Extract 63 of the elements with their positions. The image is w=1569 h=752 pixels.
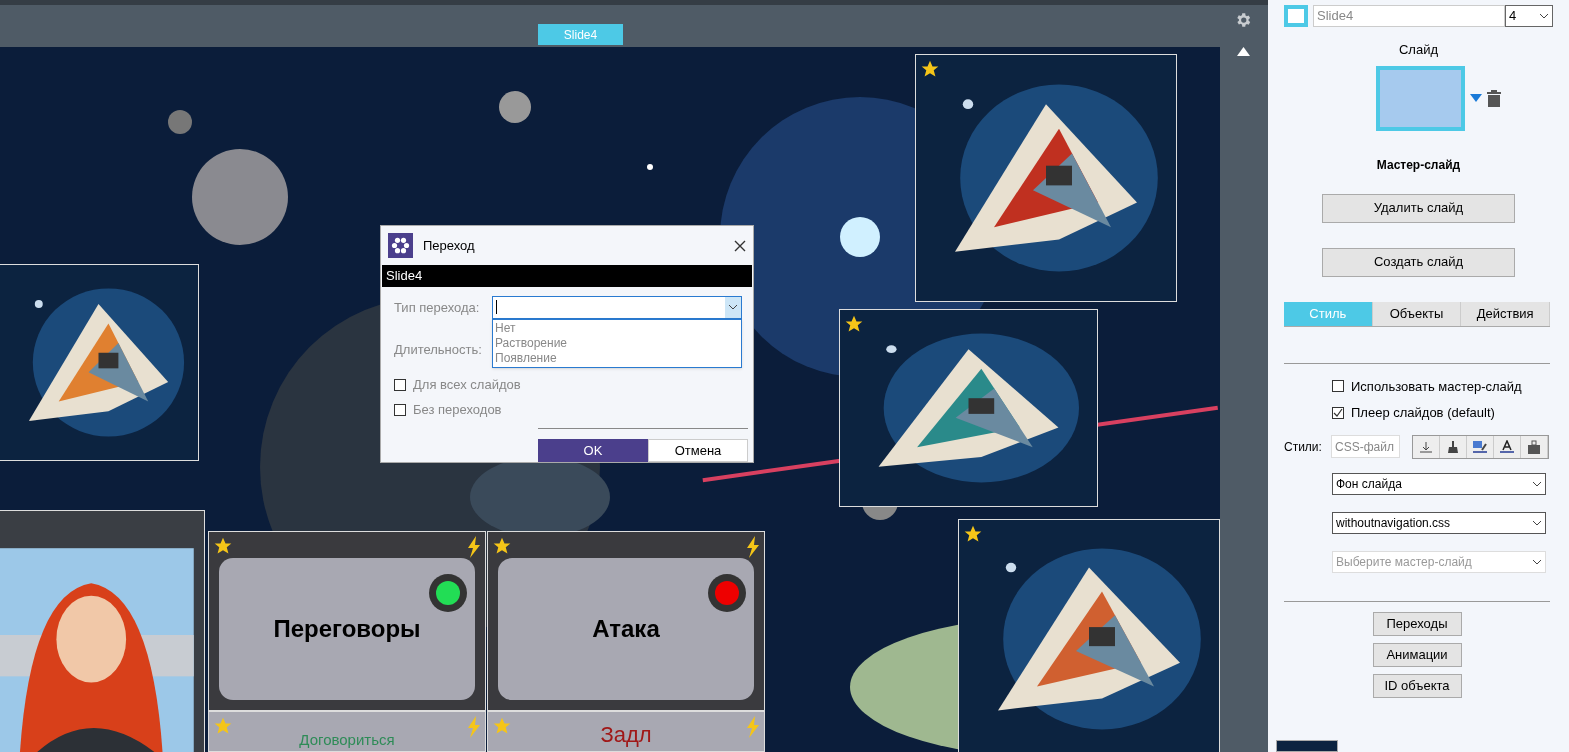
checkbox[interactable] xyxy=(394,404,406,417)
card-panel[interactable]: Атака xyxy=(487,531,765,711)
collapse-icon[interactable] xyxy=(1237,47,1250,56)
card-panel[interactable]: Переговоры xyxy=(208,531,486,711)
star-icon xyxy=(492,536,512,556)
dropdown-option[interactable]: Растворение xyxy=(493,335,741,351)
caret-icon[interactable] xyxy=(1470,94,1482,102)
star-icon xyxy=(844,314,864,334)
panel-tab[interactable]: Объекты xyxy=(1372,301,1462,326)
panel-button[interactable]: Анимации xyxy=(1372,642,1462,667)
field-label: Длительность: xyxy=(394,340,482,359)
delete-slide-button[interactable]: Удалить слайд xyxy=(1322,193,1515,223)
panel-tab[interactable]: Действия xyxy=(1461,301,1550,326)
panel-button[interactable]: ID объекта xyxy=(1372,673,1462,698)
star-icon xyxy=(213,536,233,556)
card-title: Атака xyxy=(592,614,660,644)
checkbox-label: Использовать мастер-слайд xyxy=(1351,377,1522,396)
card-title: Переговоры xyxy=(273,614,421,644)
flower-icon xyxy=(388,233,413,259)
dialog-title: Переход xyxy=(423,236,476,255)
slide-thumbnail[interactable] xyxy=(1376,65,1465,131)
star-glow xyxy=(840,217,880,257)
checkbox[interactable] xyxy=(1332,406,1344,419)
star-glow xyxy=(647,164,653,170)
slide-name-bar: Slide4 xyxy=(382,265,752,287)
field-label: Тип перехода: xyxy=(394,298,480,317)
styles-label: Стили: xyxy=(1284,438,1323,456)
slide-number-select[interactable]: 4 xyxy=(1505,5,1553,27)
background-select[interactable]: Фон слайда xyxy=(1332,472,1546,495)
close-icon[interactable] xyxy=(734,239,746,252)
star-icon xyxy=(213,716,233,736)
css-file-field[interactable]: CSS-файл xyxy=(1331,435,1400,458)
section-title: Мастер-слайд xyxy=(1376,156,1461,174)
lightning-icon xyxy=(746,536,760,558)
slide-name-field[interactable]: Slide4 xyxy=(1313,5,1505,27)
chevron-down-icon xyxy=(1532,519,1542,526)
slide-thumbnail[interactable] xyxy=(1276,740,1338,752)
panel-button[interactable]: Переходы xyxy=(1372,611,1462,636)
checkbox[interactable] xyxy=(394,378,406,391)
lightning-icon xyxy=(467,716,481,738)
create-slide-button[interactable]: Создать слайд xyxy=(1322,247,1515,277)
slide-color-swatch[interactable] xyxy=(1284,5,1308,27)
section-label: Слайд xyxy=(1398,41,1439,59)
dropdown-option[interactable]: Появление xyxy=(493,350,741,366)
trash-icon[interactable] xyxy=(1487,89,1501,107)
star-icon xyxy=(492,716,512,736)
chevron-down-icon xyxy=(728,304,738,311)
transition-type-select[interactable] xyxy=(492,295,742,319)
star-icon xyxy=(920,59,940,79)
lightning-icon xyxy=(467,536,481,558)
ok-button[interactable]: OK xyxy=(538,439,648,462)
checkbox-label: Без переходов xyxy=(413,401,502,420)
checkbox-label: Для всех слайдов xyxy=(413,376,521,394)
checkbox-label: Плеер слайдов (default) xyxy=(1351,404,1495,422)
chevron-down-icon xyxy=(1532,480,1542,487)
css-select[interactable]: withoutnavigation.css xyxy=(1332,511,1546,534)
checkbox[interactable] xyxy=(1332,380,1344,393)
chevron-down-icon xyxy=(1539,13,1549,19)
dropdown-option[interactable]: Нет xyxy=(493,320,741,336)
lightning-icon xyxy=(746,716,760,738)
chevron-down-icon xyxy=(1532,558,1542,565)
star-icon xyxy=(963,524,983,544)
cancel-button[interactable]: Отмена xyxy=(648,439,748,462)
